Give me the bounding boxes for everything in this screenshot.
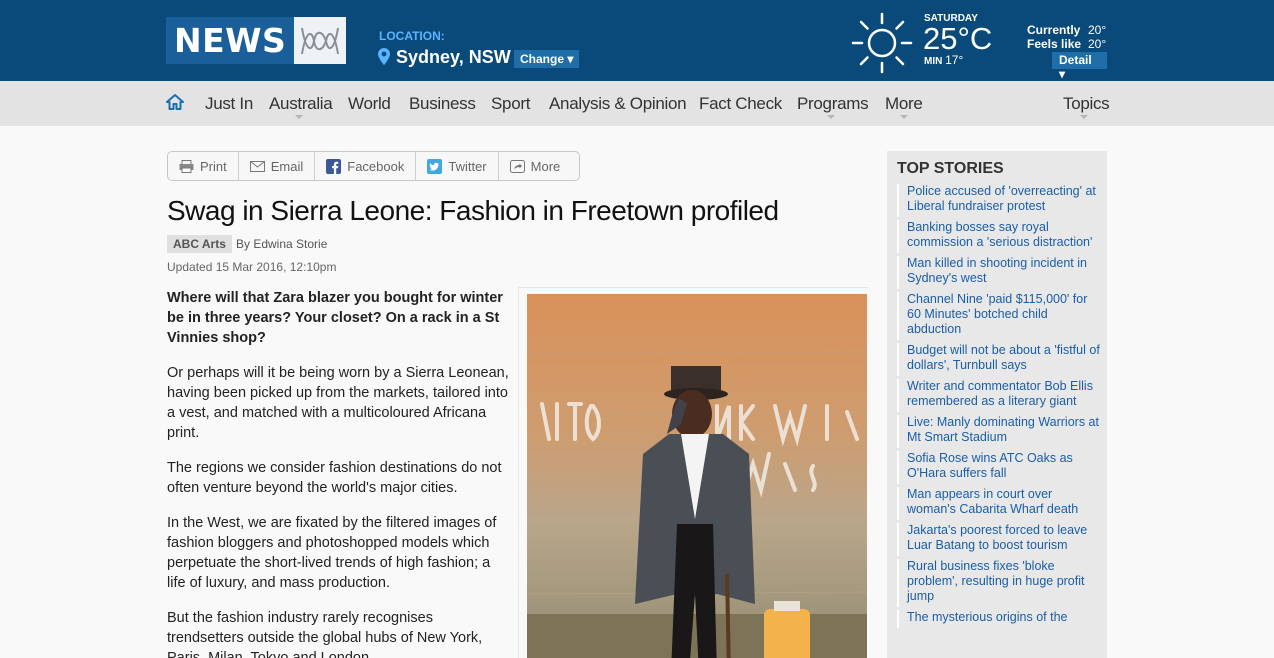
more-caret-icon xyxy=(900,115,908,119)
email-label: Email xyxy=(270,158,304,174)
article-paragraph: The regions we consider fashion destinat… xyxy=(167,460,502,496)
article-byline: By Edwina Storie xyxy=(236,237,328,251)
share-more-icon xyxy=(509,159,525,173)
abc-logo-icon xyxy=(294,17,347,64)
article-updated: Updated 15 Mar 2016, 12:10pm xyxy=(167,260,337,274)
article-paragraph: In the West, we are fixated by the filte… xyxy=(167,515,497,591)
change-location-button[interactable]: Change ▾ xyxy=(514,50,580,68)
min-label: MIN xyxy=(924,56,943,67)
topics-caret-icon xyxy=(1080,115,1088,119)
nav-world[interactable]: World xyxy=(348,94,391,114)
story-link[interactable]: Rural business fixes 'bloke problem', re… xyxy=(897,559,1102,607)
caret-down-icon: ▾ xyxy=(567,52,574,66)
article-title: Swag in Sierra Leone: Fashion in Freetow… xyxy=(167,195,779,226)
currently-label: Currently xyxy=(1027,23,1081,37)
share-bar: Print Email Facebook Twitter More xyxy=(167,151,580,181)
twitter-label: Twitter xyxy=(448,158,487,174)
currently-value: 20° xyxy=(1088,23,1107,37)
feels-like-value: 20° xyxy=(1088,37,1107,51)
facebook-icon xyxy=(326,158,342,174)
more-share-button[interactable]: More xyxy=(499,152,572,180)
nav-analysis-opinion[interactable]: Analysis & Opinion xyxy=(549,94,687,114)
story-link[interactable]: Man killed in shooting incident in Sydne… xyxy=(897,256,1102,289)
twitter-button[interactable]: Twitter xyxy=(416,152,499,180)
min-value: 17° xyxy=(945,53,964,67)
article-paragraph: Or perhaps will it be being worn by a Si… xyxy=(167,365,509,441)
location-pin-icon xyxy=(378,48,390,70)
print-label: Print xyxy=(200,158,227,174)
story-link[interactable]: Man appears in court over woman's Cabari… xyxy=(897,487,1102,520)
location-label: LOCATION: xyxy=(379,29,445,43)
article-category-tag[interactable]: ABC Arts xyxy=(167,235,232,253)
email-button[interactable]: Email xyxy=(239,152,316,180)
story-link[interactable]: Channel Nine 'paid $115,000' for 60 Minu… xyxy=(897,292,1102,340)
caret-down-icon: ▾ xyxy=(1059,67,1066,81)
detail-label: Detail xyxy=(1059,53,1092,67)
top-stories-list: Police accused of 'overreacting' at Libe… xyxy=(897,184,1102,631)
nav-more[interactable]: More xyxy=(885,94,923,114)
australia-caret-icon xyxy=(295,115,303,119)
article-lead-paragraph: Where will that Zara blazer you bought f… xyxy=(167,290,503,346)
email-icon xyxy=(249,160,265,172)
nav-business[interactable]: Business xyxy=(409,94,476,114)
story-link[interactable]: Budget will not be about a 'fistful of d… xyxy=(897,343,1102,376)
story-link[interactable]: Banking bosses say royal commission a 's… xyxy=(897,220,1102,253)
home-icon[interactable] xyxy=(166,93,184,116)
story-link[interactable]: Police accused of 'overreacting' at Libe… xyxy=(897,184,1102,217)
logo-text: NEWS xyxy=(166,17,295,64)
weather-detail-button[interactable]: Detail ▾ xyxy=(1052,52,1107,81)
story-link[interactable]: Jakarta's poorest forced to leave Luar B… xyxy=(897,523,1102,556)
nav-sport[interactable]: Sport xyxy=(491,94,530,114)
nav-fact-check[interactable]: Fact Check xyxy=(699,94,782,114)
location-city: Sydney, NSW xyxy=(396,47,511,67)
nav-just-in[interactable]: Just In xyxy=(205,94,253,114)
nav-topics[interactable]: Topics xyxy=(1063,94,1110,114)
article-paragraph: But the fashion industry rarely recognis… xyxy=(167,610,483,658)
weather-temp: 25°C xyxy=(923,21,993,56)
article-photo[interactable] xyxy=(527,294,867,658)
feels-like-label: Feels like xyxy=(1027,37,1082,51)
story-link[interactable]: Live: Manly dominating Warriors at Mt Sm… xyxy=(897,415,1102,448)
nav-australia[interactable]: Australia xyxy=(269,94,333,114)
print-icon xyxy=(179,159,194,173)
facebook-button[interactable]: Facebook xyxy=(315,152,417,180)
news-logo[interactable]: NEWS xyxy=(166,17,347,64)
programs-caret-icon xyxy=(827,115,835,119)
weather-min: MIN 17° xyxy=(924,53,963,67)
story-link[interactable]: Writer and commentator Bob Ellis remembe… xyxy=(897,379,1102,412)
print-button[interactable]: Print xyxy=(168,152,239,180)
twitter-icon xyxy=(427,158,443,174)
top-stories-title: TOP STORIES xyxy=(897,160,1004,177)
change-label: Change xyxy=(520,52,565,66)
facebook-label: Facebook xyxy=(347,158,405,174)
nav-programs[interactable]: Programs xyxy=(797,94,869,114)
more-label: More xyxy=(530,158,561,174)
sun-icon xyxy=(851,12,913,79)
story-link[interactable]: Sofia Rose wins ATC Oaks as O'Hara suffe… xyxy=(897,451,1102,484)
story-link[interactable]: The mysterious origins of the xyxy=(897,610,1102,628)
